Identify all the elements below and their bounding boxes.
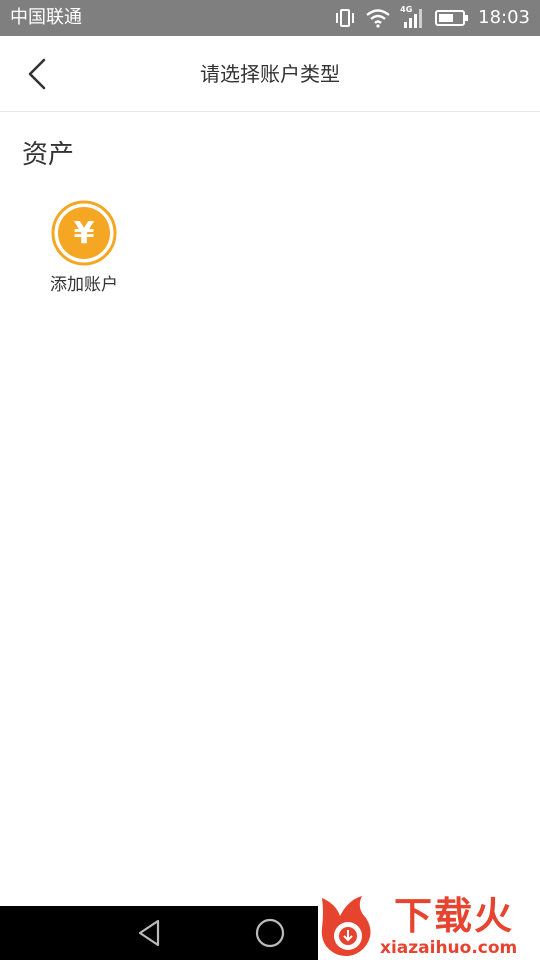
- add-account-label: 添加账户: [50, 275, 118, 295]
- signal-indicator: 4G: [400, 5, 426, 29]
- status-bar: 中国联通 4G 18:03: [0, 0, 540, 36]
- nav-home-button[interactable]: [254, 917, 286, 949]
- signal-icon: [404, 9, 423, 28]
- add-account-button[interactable]: ¥ 添加账户: [38, 198, 130, 304]
- watermark-url: xiazaihuo.com: [380, 938, 518, 958]
- wifi-icon: [366, 9, 390, 28]
- yuan-coin-icon: ¥: [51, 200, 117, 266]
- circle-home-icon: [255, 918, 285, 948]
- coin-symbol: ¥: [74, 216, 95, 251]
- status-icons: 4G 18:03: [325, 5, 530, 30]
- page-title: 请选择账户类型: [200, 62, 340, 86]
- vibrate-icon: [336, 9, 355, 27]
- watermark-text: 下载火: [394, 894, 515, 938]
- nav-back-button[interactable]: [134, 917, 166, 949]
- section-title-assets: 资产: [22, 140, 75, 170]
- clock: 18:03: [478, 7, 530, 28]
- carrier-name: 中国联通: [10, 7, 82, 28]
- watermark: 下载火 xiazaihuo.com: [318, 890, 540, 960]
- battery-icon: [435, 10, 469, 26]
- triangle-back-icon: [138, 919, 160, 947]
- header-bar: 请选择账户类型: [0, 36, 540, 112]
